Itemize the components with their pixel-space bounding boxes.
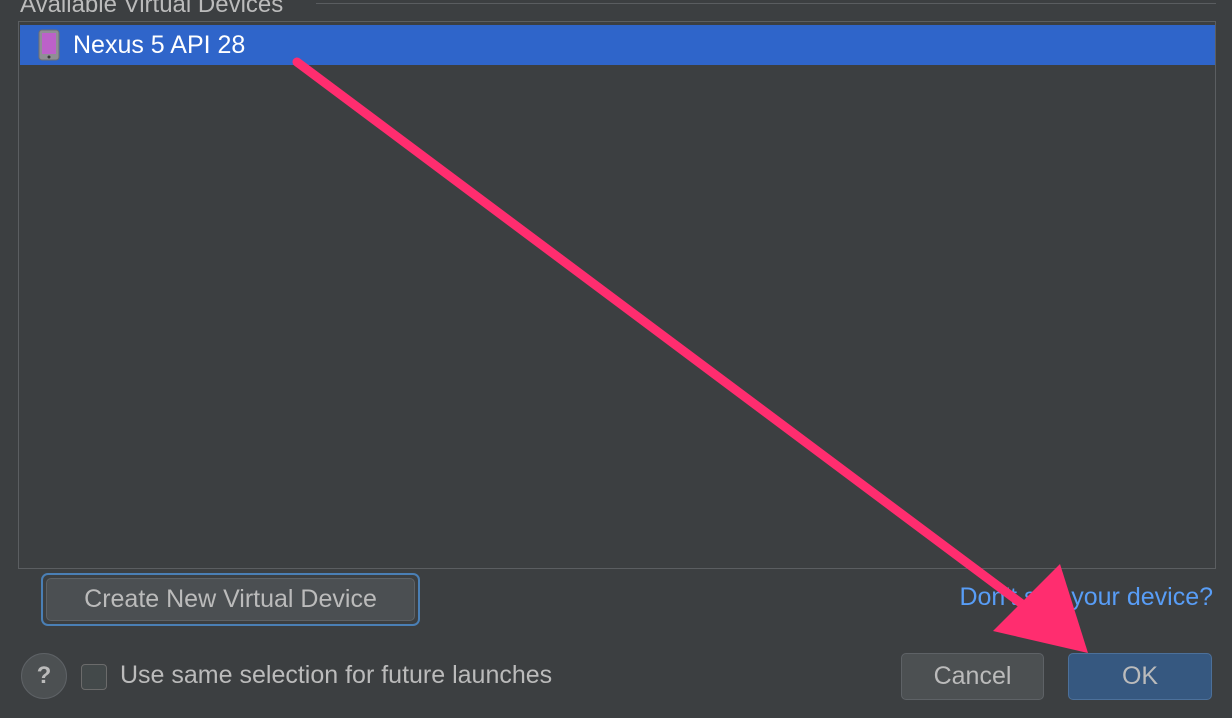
section-title: Available Virtual Devices [20,0,284,18]
virtual-device-list[interactable]: Nexus 5 API 28 [18,21,1216,569]
dont-see-your-device-link[interactable]: Don't see your device? [959,583,1213,612]
cancel-button[interactable]: Cancel [901,653,1044,700]
create-new-virtual-device-button[interactable]: Create New Virtual Device [41,573,420,626]
future-launches-label[interactable]: Use same selection for future launches [120,661,552,690]
phone-icon [38,29,60,61]
device-row-nexus-5-api-28[interactable]: Nexus 5 API 28 [20,25,1215,65]
create-new-virtual-device-label: Create New Virtual Device [46,578,415,621]
device-name: Nexus 5 API 28 [73,30,246,59]
help-button[interactable]: ? [21,653,67,699]
ok-button[interactable]: OK [1068,653,1212,700]
future-launches-checkbox[interactable] [81,664,107,690]
select-deployment-target-dialog: Available Virtual Devices Nexus 5 API 28… [0,0,1232,718]
section-divider [316,3,1216,4]
